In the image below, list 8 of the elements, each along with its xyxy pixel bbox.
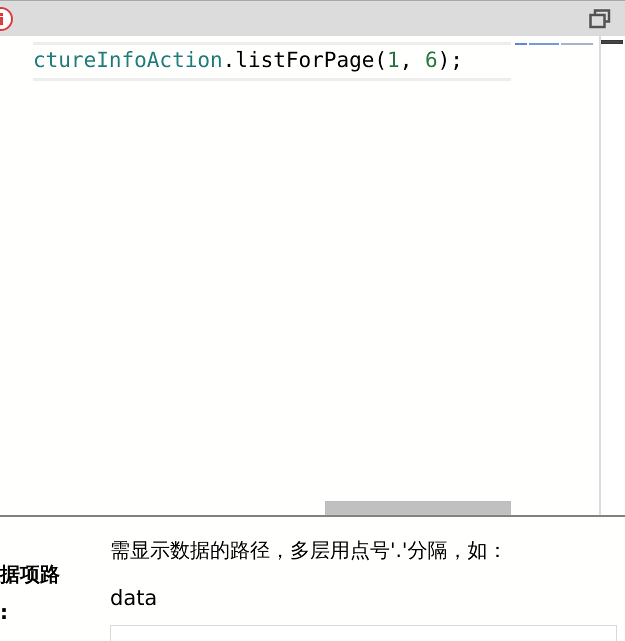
example-text: data [110,585,158,611]
code-line: ctureInfoAction.listForPage(1, 6); [33,42,511,81]
restore-icon[interactable] [589,8,611,28]
hint-text: 需显示数据的路径，多层用点号'.'分隔，如： [110,537,508,563]
scrollbar-thumb[interactable] [601,40,623,44]
error-icon [0,6,14,30]
scrollbar-thumb[interactable] [325,501,511,515]
field-label: : [0,600,8,624]
